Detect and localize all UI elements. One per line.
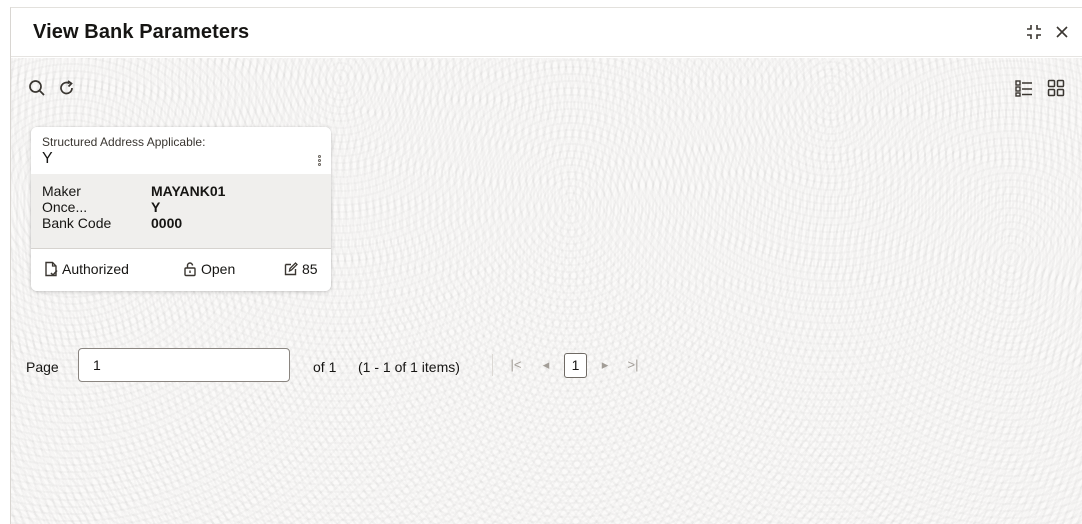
authorized-doc-icon [45, 261, 58, 277]
window-header: View Bank Parameters [11, 8, 1082, 57]
previous-page-button[interactable]: ◂ [538, 357, 554, 373]
page-number-input[interactable] [78, 348, 290, 382]
detail-key: Bank Code [42, 215, 112, 231]
item-range-text: (1 - 1 of 1 items) [358, 359, 460, 375]
detail-value: 0000 [151, 215, 183, 231]
edit-icon [284, 262, 298, 276]
close-icon[interactable] [1052, 22, 1072, 42]
pagination-bar: Page of 1 (1 - 1 of 1 items) |< ◂ 1 ▸ >| [11, 348, 1082, 388]
authorization-status: Authorized [43, 261, 129, 277]
content-area: Structured Address Applicable: Y Maker M… [11, 58, 1082, 524]
last-page-button[interactable]: >| [625, 357, 641, 373]
page-label: Page [26, 359, 59, 375]
lock-status: Open [182, 261, 235, 277]
first-page-button[interactable]: |< [508, 357, 524, 373]
detail-value: Y [151, 199, 161, 215]
card-header: Structured Address Applicable: Y [31, 127, 331, 174]
next-page-button[interactable]: ▸ [597, 357, 613, 373]
divider [492, 354, 493, 376]
modification-count: 85 [283, 261, 318, 277]
page-title: View Bank Parameters [33, 21, 250, 43]
card-field-value: Y [42, 150, 53, 167]
bank-parameters-window: View Bank Parameters Structured Address … [10, 7, 1082, 524]
refresh-icon[interactable] [57, 78, 77, 98]
card-field-label: Structured Address Applicable: [42, 135, 206, 149]
collapse-icon[interactable] [1024, 22, 1044, 42]
detail-key: Once... [42, 199, 88, 215]
detail-value: MAYANK01 [151, 183, 226, 199]
list-view-icon[interactable] [1014, 78, 1034, 98]
search-icon[interactable] [27, 78, 47, 98]
detail-key: Maker [42, 183, 81, 199]
card-details: Maker MAYANK01 Once... Y Bank Code 0000 [31, 174, 331, 248]
status-text: Authorized [62, 261, 129, 277]
lock-text: Open [201, 261, 236, 277]
record-card[interactable]: Structured Address Applicable: Y Maker M… [31, 127, 331, 291]
page-total-text: of 1 [313, 359, 337, 375]
page-button-1[interactable]: 1 [564, 353, 587, 378]
grid-view-icon[interactable] [1046, 78, 1066, 98]
unlock-icon [184, 262, 196, 277]
modification-number: 85 [302, 261, 318, 277]
card-footer: Authorized Open 85 [31, 248, 331, 291]
kebab-menu-icon[interactable] [316, 155, 322, 169]
